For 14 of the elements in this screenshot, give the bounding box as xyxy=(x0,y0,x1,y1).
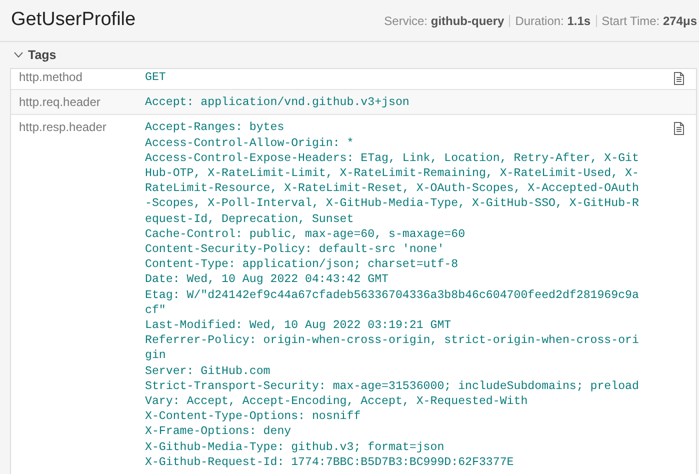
section-title[interactable]: Tags xyxy=(28,46,56,64)
chevron-icon[interactable] xyxy=(14,52,23,58)
tag-value: Accept: application/vnd.github.v3+json xyxy=(145,95,410,110)
meta-item: Start Time: 274μs xyxy=(602,12,697,30)
tag-key: http.req.header xyxy=(19,95,145,110)
meta-item: Service: github-query xyxy=(384,12,504,30)
tag-key: http.method xyxy=(19,70,145,86)
tag-value: Accept-Ranges: bytes Access-Control-Allow-Origin: * Access-Control-Expose-Headers: ETag, Link, Location, Retry-After, X-GitHub-OTP, X-RateLimit-Limit, X-RateLimit-Remaining, X-RateLimit-Used, X-RateLimit-Resource, X-RateLimit-Reset, X-OAuth-Scopes, X-Accepted-OAuth-Scopes, X-Poll-Interval, X-GitHub-Media-Type, X-GitHub-SSO, X-GitHub-Request-Id, Deprecation, Sunset Cache-Control: public, max-age=60, s-maxage=60 Content-Security-Policy: default-src 'none' Content-Type: application/json; charset=utf-8 Date: Wed, 10 Aug 2022 04:43:42 GMT Etag: W/"d24142ef9c44a67cfadeb56336704336a3b8b46c604700feed2df281969c9acf" Last-Modified: Wed, 10 Aug 2022 03:19:21 GMT Referrer-Policy: origin-when-cross-origin, strict-origin-when-cross-origin Server: GitHub.com Strict-Transport-Security: max-age=31536000; includeSubdomains; preload Vary: Accept, Accept-Encoding, Accept, X-Requested-With X-Content-Type-Options: nosniff X-Frame-Options: deny X-Github-Media-Type: github.v3; format=json X-Github-Request-Id: 1774:7BBC:B5D7B3:BC999D:62F3377E xyxy=(145,120,639,470)
copy-icon[interactable] xyxy=(674,122,684,136)
meta-item: Duration: 1.1s xyxy=(515,12,591,30)
tag-key: http.resp.header xyxy=(19,120,145,470)
tag-value: GET xyxy=(145,70,167,86)
copy-icon[interactable] xyxy=(674,72,684,85)
span-title: GetUserProfile xyxy=(11,8,136,32)
